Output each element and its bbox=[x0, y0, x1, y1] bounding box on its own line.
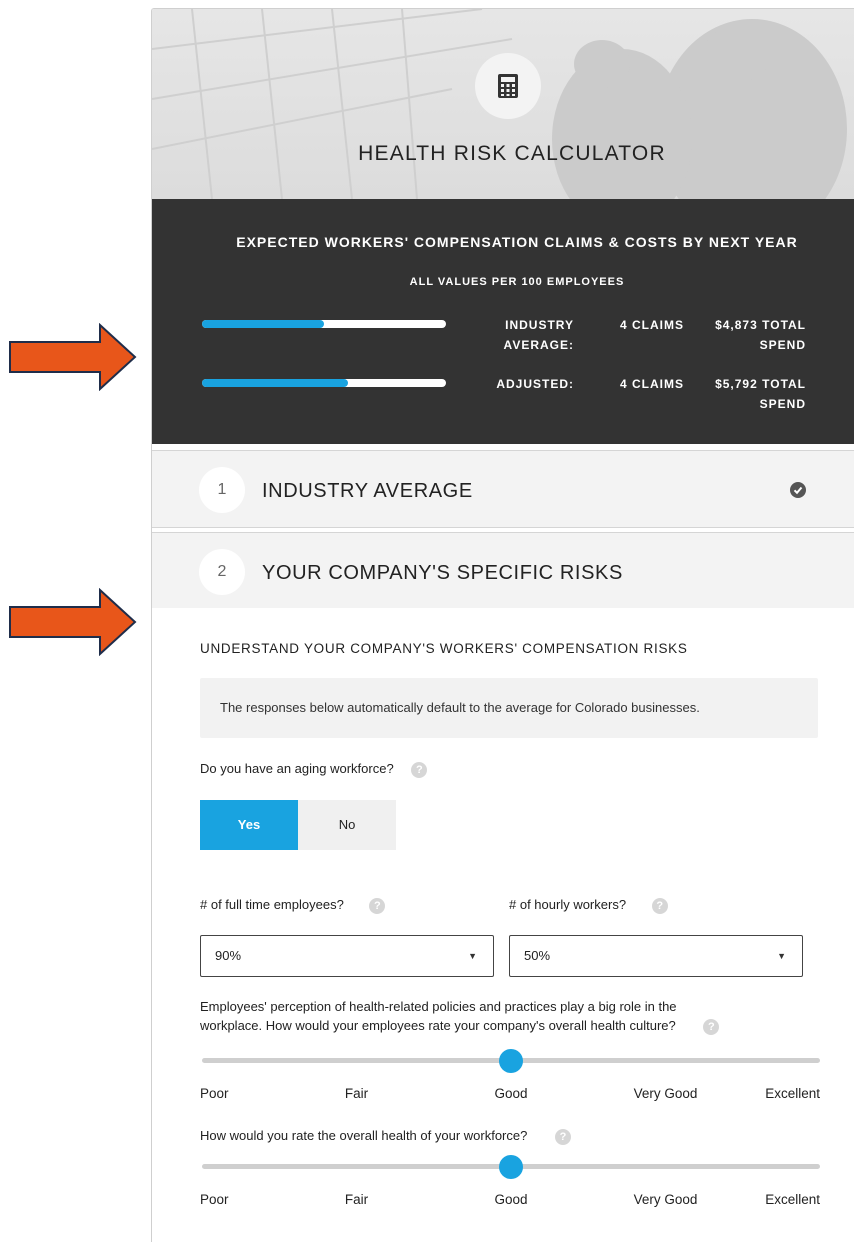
check-circle-icon bbox=[790, 482, 806, 498]
hourly-workers-select[interactable]: 50% ▼ bbox=[509, 935, 803, 977]
step-industry-average[interactable]: 1 INDUSTRY AVERAGE bbox=[152, 450, 854, 528]
step-title: INDUSTRY AVERAGE bbox=[262, 480, 473, 502]
industry-average-spend: $4,873 TOTAL SPEND bbox=[715, 318, 806, 352]
question-text: Do you have an aging workforce? bbox=[200, 761, 394, 776]
help-icon[interactable]: ? bbox=[651, 897, 668, 914]
default-notice: The responses below automatically defaul… bbox=[200, 678, 818, 738]
summary-subtitle: ALL VALUES PER 100 EMPLOYEES bbox=[409, 276, 625, 288]
pointer-arrow-top bbox=[8, 323, 138, 391]
adjusted-claims: 4 CLAIMS bbox=[619, 377, 684, 391]
hourly-workers-question: # of hourly workers? ? bbox=[509, 896, 668, 914]
industry-average-bar-fill bbox=[202, 320, 324, 328]
adjusted-bar bbox=[202, 379, 446, 387]
help-icon[interactable]: ? bbox=[554, 1128, 571, 1145]
calculator-icon bbox=[475, 53, 541, 119]
question-text-line1: Employees' perception of health-related … bbox=[200, 999, 677, 1014]
pointer-arrow-bottom bbox=[8, 588, 138, 656]
scale-label: Very Good bbox=[633, 1086, 698, 1101]
page-title: HEALTH RISK CALCULATOR bbox=[358, 142, 666, 165]
question-text: # of hourly workers? bbox=[509, 897, 627, 912]
question-text: # of full time employees? bbox=[200, 897, 344, 912]
help-icon[interactable]: ? bbox=[369, 897, 386, 914]
scale-label: Very Good bbox=[633, 1192, 698, 1207]
step-title: YOUR COMPANY'S SPECIFIC RISKS bbox=[262, 562, 623, 584]
industry-average-claims: 4 CLAIMS bbox=[619, 318, 684, 332]
chevron-down-icon: ▼ bbox=[468, 951, 477, 961]
industry-average-bar bbox=[202, 320, 446, 328]
workforce-health-slider-thumb[interactable] bbox=[499, 1155, 523, 1179]
scale-label: Good bbox=[494, 1192, 528, 1207]
scale-label: Fair bbox=[344, 1086, 369, 1101]
health-culture-question: Employees' perception of health-related … bbox=[200, 997, 840, 1035]
fulltime-employees-question: # of full time employees? ? bbox=[200, 896, 386, 914]
scale-label: Good bbox=[494, 1086, 528, 1101]
health-culture-scale: Poor Fair Good Very Good Excellent bbox=[200, 1086, 820, 1106]
workforce-health-question: How would you rate the overall health of… bbox=[200, 1127, 571, 1145]
no-button[interactable]: No bbox=[298, 800, 396, 850]
question-text: How would you rate the overall health of… bbox=[200, 1128, 528, 1143]
step-specific-risks[interactable]: 2 YOUR COMPANY'S SPECIFIC RISKS bbox=[152, 532, 854, 608]
hero-header: HEALTH RISK CALCULATOR bbox=[152, 9, 854, 199]
section-heading: UNDERSTAND YOUR COMPANY'S WORKERS' COMPE… bbox=[200, 641, 688, 656]
aging-workforce-toggle: Yes No bbox=[200, 800, 396, 850]
scale-label: Poor bbox=[200, 1192, 229, 1207]
chevron-down-icon: ▼ bbox=[777, 951, 786, 961]
claims-summary: EXPECTED WORKERS' COMPENSATION CLAIMS & … bbox=[152, 199, 854, 444]
fulltime-employees-select[interactable]: 90% ▼ bbox=[200, 935, 494, 977]
workforce-health-scale: Poor Fair Good Very Good Excellent bbox=[200, 1192, 820, 1212]
aging-workforce-question: Do you have an aging workforce? ? bbox=[200, 760, 428, 778]
question-text-line2: workplace. How would your employees rate… bbox=[200, 1018, 676, 1033]
scale-label: Fair bbox=[344, 1192, 369, 1207]
adjusted-label: ADJUSTED: bbox=[496, 377, 574, 391]
adjusted-spend: $5,792 TOTAL SPEND bbox=[715, 377, 806, 411]
select-value: 50% bbox=[524, 948, 551, 963]
scale-label: Excellent bbox=[765, 1192, 820, 1207]
calculator-panel: HEALTH RISK CALCULATOR EXPECTED WORKERS'… bbox=[151, 8, 854, 1242]
scale-label: Excellent bbox=[765, 1086, 820, 1101]
health-culture-slider-thumb[interactable] bbox=[499, 1049, 523, 1073]
select-value: 90% bbox=[215, 948, 242, 963]
step-number: 2 bbox=[199, 549, 245, 595]
industry-average-label: INDUSTRY AVERAGE: bbox=[503, 318, 574, 352]
yes-button[interactable]: Yes bbox=[200, 800, 298, 850]
help-icon[interactable]: ? bbox=[703, 1018, 720, 1035]
scale-label: Poor bbox=[200, 1086, 229, 1101]
summary-title: EXPECTED WORKERS' COMPENSATION CLAIMS & … bbox=[236, 234, 798, 250]
help-icon[interactable]: ? bbox=[411, 761, 428, 778]
adjusted-bar-fill bbox=[202, 379, 349, 387]
step-number: 1 bbox=[199, 467, 245, 513]
